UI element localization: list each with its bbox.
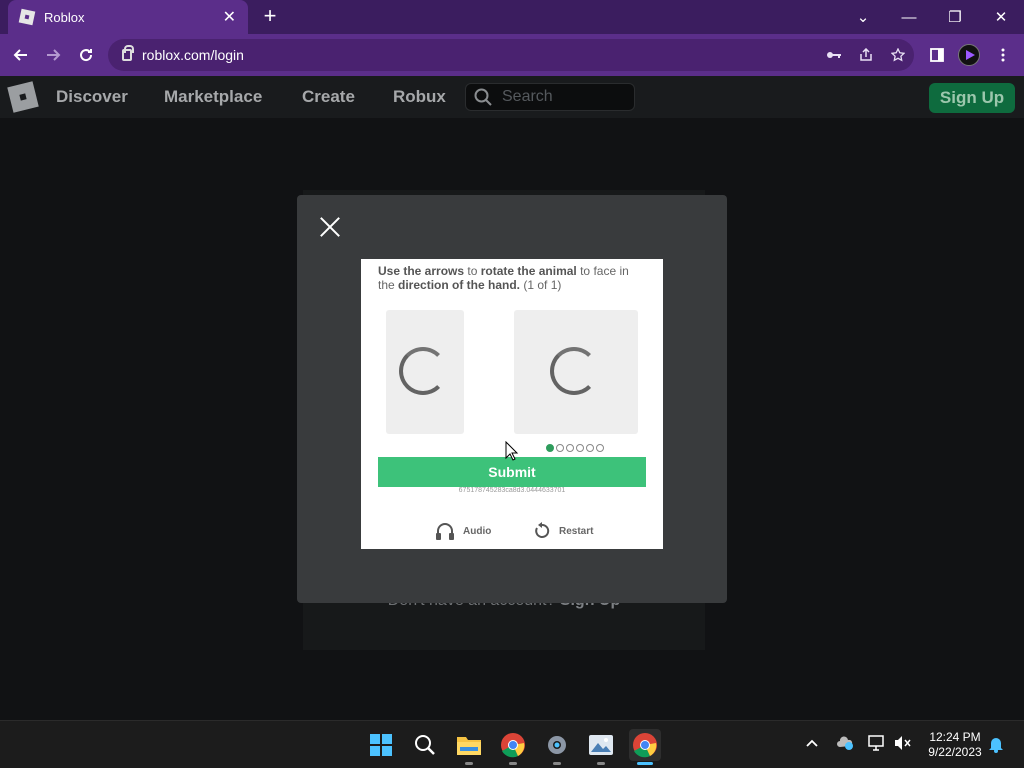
progress-dot [596, 444, 604, 452]
search-icon [474, 88, 492, 106]
nav-create[interactable]: Create [302, 87, 355, 107]
progress-dot [556, 444, 564, 452]
chevron-up-icon[interactable] [806, 739, 818, 747]
browser-tab-roblox[interactable]: Roblox ✕ [8, 0, 248, 34]
windows-start-icon[interactable] [365, 729, 397, 761]
running-indicator [597, 762, 605, 765]
nav-robux[interactable]: Robux [393, 87, 446, 107]
progress-dot [576, 444, 584, 452]
hand-image-tile [386, 310, 464, 434]
side-panel-icon[interactable] [926, 44, 948, 66]
search-input[interactable]: Search [465, 83, 635, 111]
restore-button[interactable]: ❐ [932, 0, 978, 34]
progress-dot [546, 444, 554, 452]
roblox-favicon-icon [18, 8, 36, 26]
key-icon[interactable] [820, 39, 848, 71]
profile-avatar[interactable] [958, 44, 980, 66]
restart-icon [535, 522, 550, 538]
new-tab-button[interactable]: + [258, 4, 282, 28]
headphones-icon [436, 523, 454, 540]
progress-dot [566, 444, 574, 452]
search-placeholder: Search [502, 88, 553, 105]
chrome-profile-icon[interactable] [497, 729, 529, 765]
windows-taskbar: 12:24 PM 9/22/2023 [0, 720, 1024, 768]
captcha-frame: Use the arrows to rotate the animal to f… [361, 259, 663, 549]
submit-button[interactable]: Submit [378, 457, 646, 487]
captcha-instructions: Use the arrows to rotate the animal to f… [378, 264, 648, 292]
active-indicator [637, 762, 653, 765]
minimize-button[interactable]: — [886, 0, 932, 34]
animal-image-tile[interactable] [514, 310, 638, 434]
network-icon[interactable] [868, 735, 886, 751]
instruction-bold-1: Use the arrows [378, 264, 465, 278]
header-signup-button[interactable]: Sign Up [929, 83, 1015, 113]
notification-bell-icon[interactable] [988, 735, 1004, 753]
nav-marketplace[interactable]: Marketplace [164, 87, 262, 107]
share-icon[interactable] [852, 39, 880, 71]
onedrive-icon[interactable] [836, 735, 854, 751]
forward-arrow-icon[interactable] [40, 42, 66, 68]
clock-date: 9/22/2023 [928, 745, 982, 759]
system-clock[interactable]: 12:24 PM 9/22/2023 [920, 730, 990, 760]
captcha-progress-dots [546, 444, 604, 452]
restart-label: Restart [559, 525, 594, 537]
nav-discover[interactable]: Discover [56, 87, 128, 107]
search-icon[interactable] [409, 729, 441, 761]
running-indicator [465, 762, 473, 765]
instruction-bold-2: rotate the animal [480, 264, 577, 278]
audio-button[interactable]: Audio [435, 522, 491, 540]
running-indicator [553, 762, 561, 765]
session-id: 675178745283ca8d3.0444633701 [458, 487, 566, 494]
loading-spinner-icon [399, 347, 447, 395]
tab-title: Roblox [44, 9, 85, 25]
loading-spinner-icon [550, 347, 598, 395]
mouse-cursor-icon [505, 441, 519, 461]
browser-toolbar: roblox.com/login [0, 34, 1024, 76]
bookmark-star-icon[interactable] [884, 39, 912, 71]
settings-icon[interactable] [541, 729, 573, 765]
close-window-button[interactable]: ✕ [978, 0, 1024, 34]
running-indicator [509, 762, 517, 765]
tab-search-button[interactable]: ⌄ [840, 0, 886, 34]
address-bar[interactable]: roblox.com/login [108, 39, 914, 71]
audio-label: Audio [463, 525, 492, 537]
instruction-bold-3: direction of the hand. [398, 278, 521, 292]
back-arrow-icon[interactable] [8, 42, 34, 68]
photos-icon[interactable] [585, 729, 617, 765]
url-text: roblox.com/login [142, 47, 244, 63]
lock-icon [122, 45, 134, 61]
chrome-active-icon[interactable] [629, 729, 661, 765]
progress-dot [586, 444, 594, 452]
roblox-logo-icon[interactable] [7, 81, 39, 113]
modal-close-icon[interactable] [319, 216, 341, 238]
file-explorer-icon[interactable] [453, 729, 485, 765]
clock-time: 12:24 PM [929, 730, 981, 744]
instruction-progress: (1 of 1) [520, 278, 562, 292]
reload-icon[interactable] [73, 42, 99, 68]
speaker-muted-icon[interactable] [894, 735, 912, 751]
kebab-menu-icon[interactable] [992, 44, 1014, 66]
tab-close-icon[interactable]: ✕ [223, 7, 236, 27]
restart-button[interactable]: Restart [533, 522, 593, 540]
browser-tab-strip: Roblox ✕ + ⌄ — ❐ ✕ [0, 0, 1024, 34]
roblox-header: Discover Marketplace Create Robux Search… [0, 76, 1024, 118]
instruction-text-1: to [464, 264, 481, 278]
